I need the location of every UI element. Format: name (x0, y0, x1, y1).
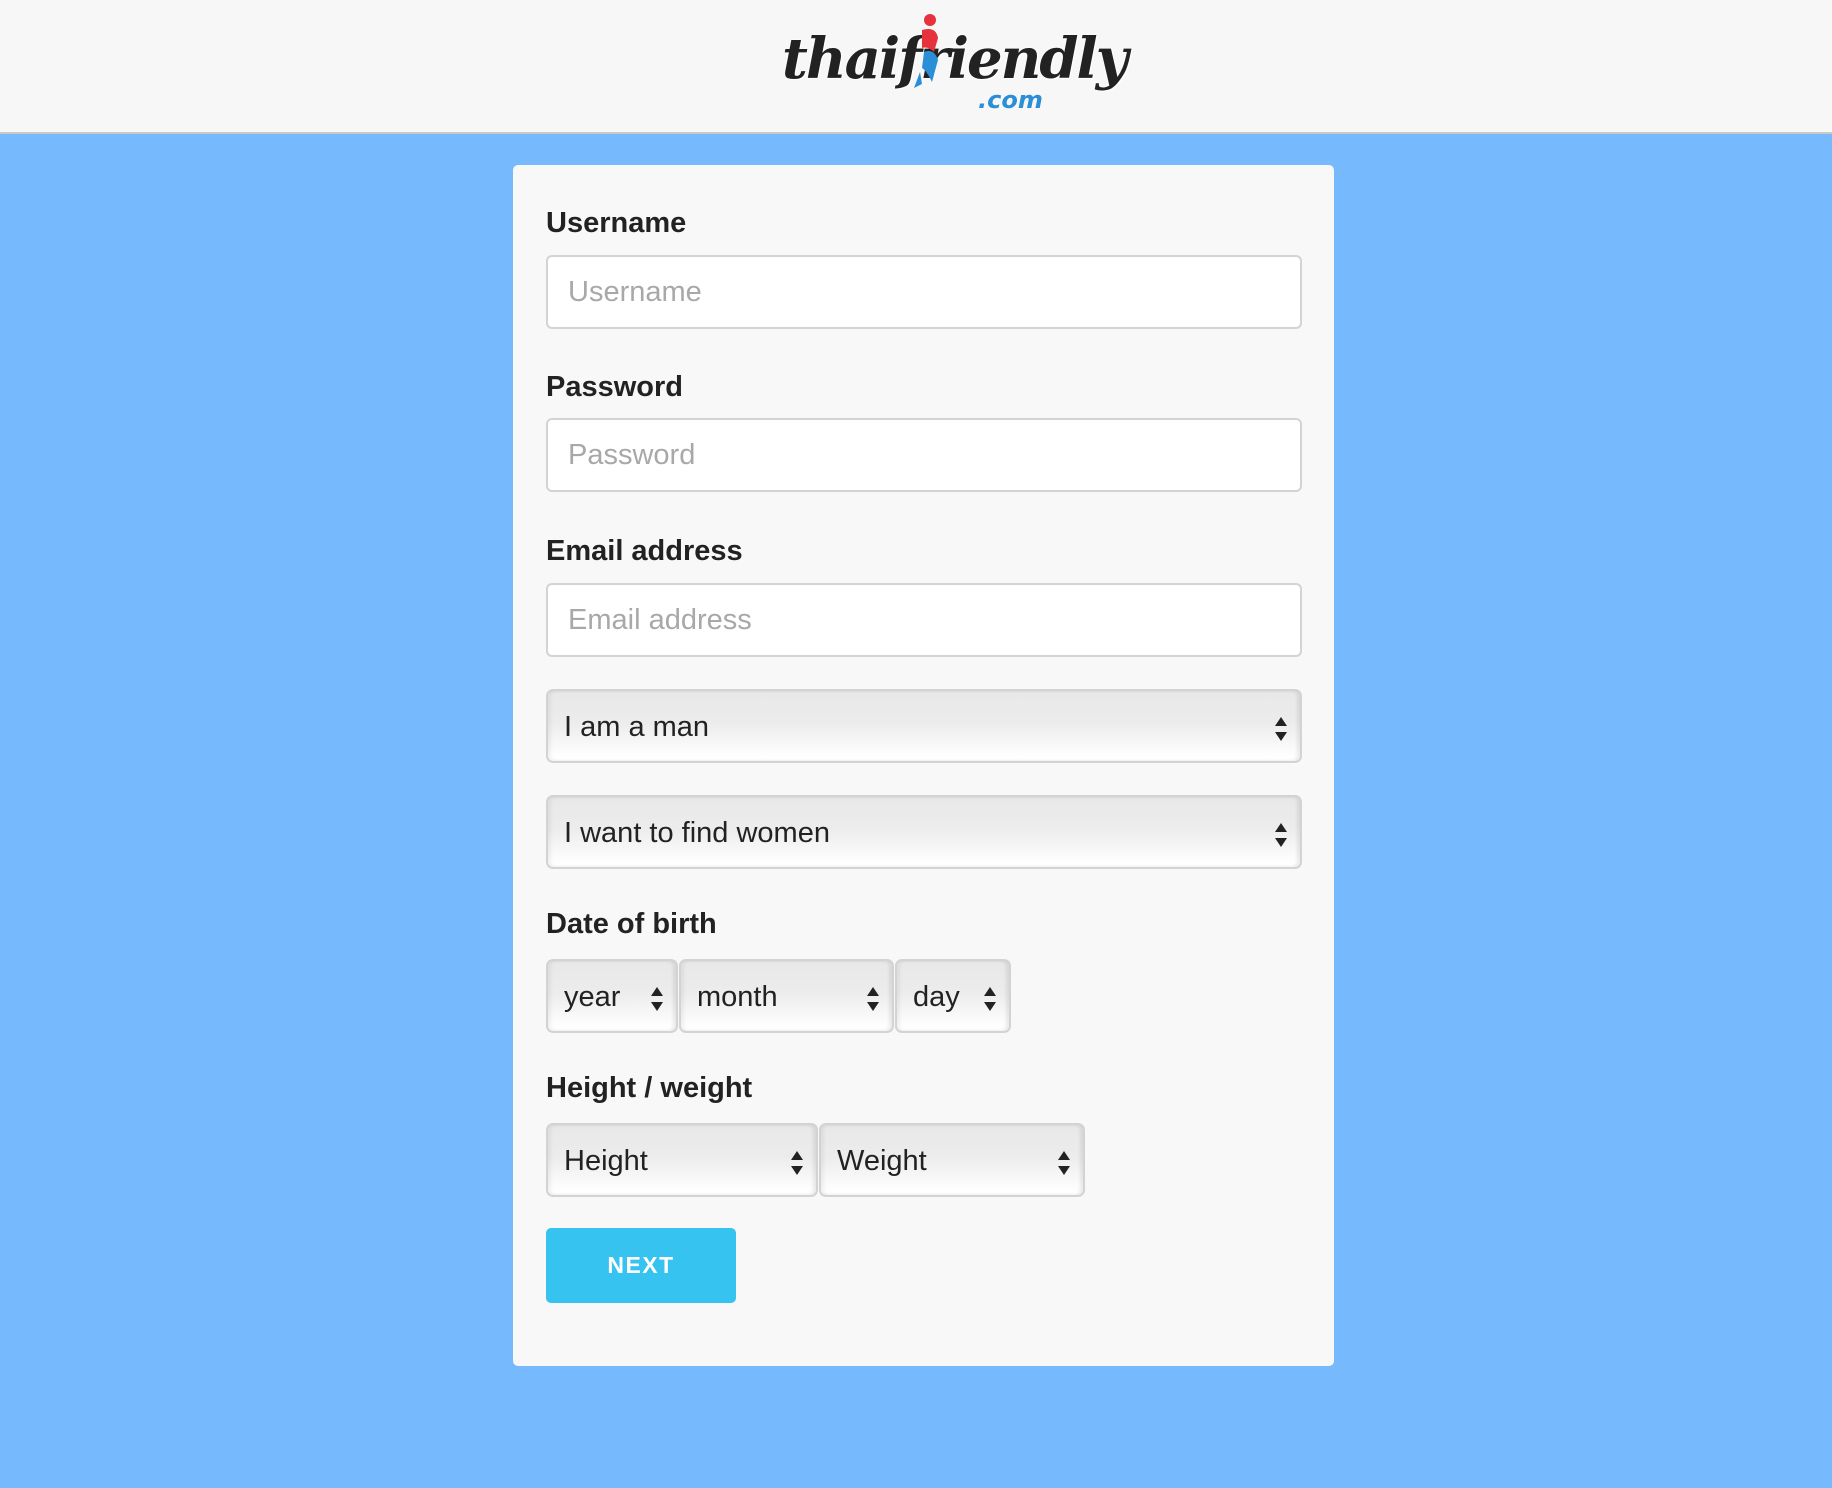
weight-select[interactable]: Weight (819, 1123, 1085, 1197)
updown-arrows-icon (1275, 717, 1287, 741)
username-input[interactable] (546, 255, 1302, 329)
birth-month-select[interactable]: month (679, 959, 894, 1033)
updown-arrows-icon (1275, 823, 1287, 847)
logo-figure-icon (914, 14, 938, 88)
birth-day-value: day (913, 981, 960, 1013)
site-header: thaifriendly .com (0, 0, 1832, 134)
logo-wordmark: thaifriendly (782, 26, 1128, 92)
updown-arrows-icon (984, 987, 996, 1011)
password-input[interactable] (546, 418, 1302, 492)
gender-select[interactable]: I am a man (546, 689, 1302, 763)
email-input[interactable] (546, 583, 1302, 657)
signup-form-card: Username Password Email address I am a m… (513, 165, 1334, 1366)
password-label: Password (546, 371, 683, 403)
logo-domain-suffix: .com (978, 86, 1043, 114)
birth-month-value: month (697, 981, 778, 1013)
username-label: Username (546, 207, 687, 239)
email-label: Email address (546, 535, 743, 567)
date-of-birth-label: Date of birth (546, 908, 717, 940)
updown-arrows-icon (1058, 1151, 1070, 1175)
updown-arrows-icon (791, 1151, 803, 1175)
birth-year-select[interactable]: year (546, 959, 678, 1033)
next-button[interactable]: NEXT (546, 1228, 736, 1303)
updown-arrows-icon (867, 987, 879, 1011)
birth-day-select[interactable]: day (895, 959, 1011, 1033)
weight-select-value: Weight (837, 1145, 927, 1177)
height-weight-label: Height / weight (546, 1072, 753, 1104)
height-select-value: Height (564, 1145, 648, 1177)
updown-arrows-icon (651, 987, 663, 1011)
height-select[interactable]: Height (546, 1123, 818, 1197)
thaifriendly-logo[interactable]: thaifriendly .com (780, 12, 1128, 120)
seeking-select-value: I want to find women (564, 817, 830, 849)
gender-select-value: I am a man (564, 711, 710, 743)
birth-year-value: year (564, 981, 621, 1013)
seeking-select[interactable]: I want to find women (546, 795, 1302, 869)
